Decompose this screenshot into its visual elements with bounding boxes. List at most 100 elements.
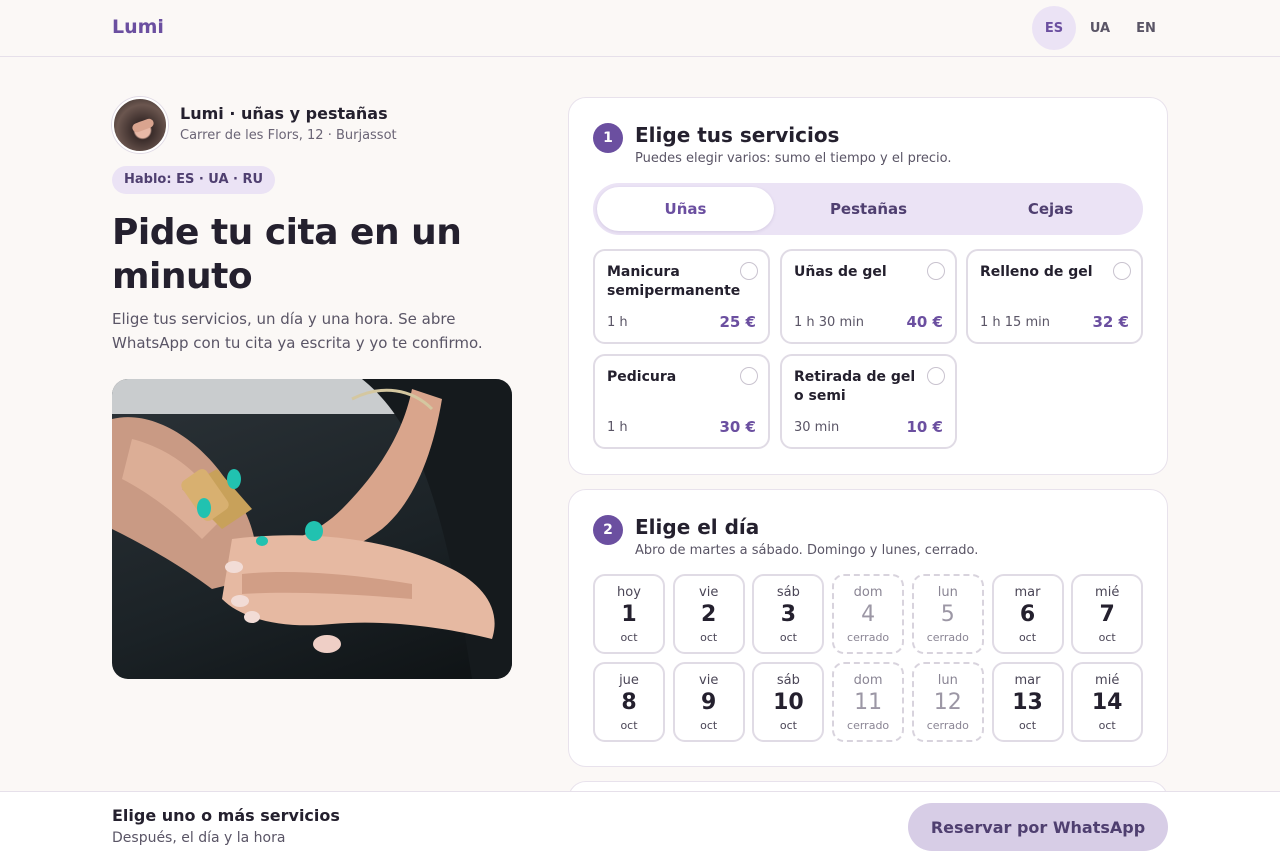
summary-title: Elige uno o más servicios <box>112 806 340 825</box>
day-option[interactable]: mar 6 oct <box>991 574 1064 654</box>
lang-ua-button[interactable]: UA <box>1078 6 1122 50</box>
day-option[interactable]: hoy 1 oct <box>593 574 665 654</box>
service-duration: 1 h <box>607 315 628 330</box>
radio-icon[interactable] <box>927 367 945 385</box>
step-title: Elige el día <box>635 515 760 539</box>
book-whatsapp-button[interactable]: Reservar por WhatsApp <box>908 803 1168 851</box>
service-duration: 1 h 30 min <box>794 315 864 330</box>
step-subtitle: Puedes elegir varios: sumo el tiempo y e… <box>635 151 952 166</box>
service-price: 40 € <box>906 313 943 331</box>
step-number: 1 <box>593 123 623 153</box>
day-weekday: mié <box>1095 585 1120 600</box>
day-weekday: jue <box>619 673 639 688</box>
day-option[interactable]: sáb 3 oct <box>752 574 825 654</box>
day-option-closed: dom 4 cerrado <box>832 574 905 654</box>
day-option-closed: lun 12 cerrado <box>911 662 984 742</box>
service-category-tabs: Uñas Pestañas Cejas <box>593 183 1143 235</box>
business-address: Carrer de les Flors, 12 · Burjassot <box>180 128 397 143</box>
day-month: oct <box>1018 719 1037 732</box>
day-month: oct <box>1098 719 1116 732</box>
day-month: oct <box>620 719 638 732</box>
service-option[interactable]: Relleno de gel 1 h 15 min 32 € <box>966 249 1143 344</box>
tab-unas[interactable]: Uñas <box>597 187 774 231</box>
radio-icon[interactable] <box>1113 262 1131 280</box>
day-number: 11 <box>854 690 883 715</box>
day-number: 10 <box>773 690 804 715</box>
service-name: Retirada de gel o semi <box>794 369 916 404</box>
radio-icon[interactable] <box>927 262 945 280</box>
step-title: Elige tus servicios <box>635 123 840 147</box>
services-card: 1 Elige tus servicios Puedes elegir vari… <box>568 97 1168 475</box>
day-number: 9 <box>701 690 717 715</box>
service-price: 30 € <box>719 418 756 436</box>
day-month: oct <box>779 631 797 644</box>
day-month: cerrado <box>926 719 969 732</box>
languages-badge: Hablo: ES · UA · RU <box>112 166 276 194</box>
service-duration: 30 min <box>794 420 840 435</box>
day-option[interactable]: sáb 10 oct <box>752 662 825 742</box>
day-number: 6 <box>1019 602 1036 627</box>
service-option[interactable]: Uñas de gel 1 h 30 min 40 € <box>780 249 957 344</box>
bottom-bar: Elige uno o más servicios Después, el dí… <box>0 791 1280 860</box>
day-month: oct <box>779 719 797 732</box>
day-number: 5 <box>940 602 955 627</box>
day-number: 4 <box>861 602 876 627</box>
day-option[interactable]: vie 9 oct <box>672 662 745 742</box>
radio-icon[interactable] <box>740 262 758 280</box>
day-weekday: sáb <box>776 673 800 688</box>
service-price: 10 € <box>906 418 943 436</box>
day-weekday: mar <box>1014 585 1041 600</box>
service-name: Pedicura <box>607 369 677 385</box>
logo[interactable]: Lumi <box>112 16 164 38</box>
radio-icon[interactable] <box>740 367 758 385</box>
day-number: 12 <box>933 690 962 715</box>
page-title: Pide tu cita en un minuto <box>112 212 462 297</box>
day-card: 2 Elige el día Abro de martes a sábado. … <box>568 489 1168 767</box>
service-price: 32 € <box>1092 313 1129 331</box>
day-month: oct <box>700 631 718 644</box>
service-duration: 1 h 15 min <box>980 315 1050 330</box>
day-number: 1 <box>621 602 637 627</box>
day-weekday: sáb <box>776 585 800 600</box>
day-number: 2 <box>701 602 717 627</box>
service-option[interactable]: Retirada de gel o semi 30 min 10 € <box>780 354 957 449</box>
lang-es-button[interactable]: ES <box>1032 6 1076 50</box>
day-option-closed: lun 5 cerrado <box>911 574 984 654</box>
day-weekday: lun <box>937 673 958 688</box>
day-weekday: mar <box>1014 673 1041 688</box>
tab-pestanas[interactable]: Pestañas <box>780 187 957 231</box>
service-option[interactable]: Pedicura 1 h 30 € <box>593 354 770 449</box>
day-option[interactable]: mié 7 oct <box>1071 574 1144 654</box>
service-name: Manicura semipermanente <box>607 264 741 299</box>
day-month: cerrado <box>926 631 969 644</box>
hero-photo <box>112 379 512 679</box>
day-weekday: dom <box>853 585 883 600</box>
summary-subtitle: Después, el día y la hora <box>112 830 286 846</box>
service-name: Relleno de gel <box>980 264 1093 280</box>
day-month: oct <box>1018 631 1037 644</box>
day-month: cerrado <box>847 719 890 732</box>
day-option[interactable]: mié 14 oct <box>1071 662 1144 742</box>
day-month: oct <box>700 719 718 732</box>
day-weekday: hoy <box>617 585 641 600</box>
page-subtitle: Elige tus servicios, un día y una hora. … <box>112 310 483 352</box>
day-number: 14 <box>1091 690 1123 715</box>
business-name: Lumi · uñas y pestañas <box>180 104 388 123</box>
day-option-closed: dom 11 cerrado <box>832 662 905 742</box>
service-name: Uñas de gel <box>794 264 887 280</box>
day-weekday: vie <box>699 673 719 688</box>
day-month: oct <box>1098 631 1116 644</box>
tab-cejas[interactable]: Cejas <box>962 187 1139 231</box>
step-subtitle: Abro de martes a sábado. Domingo y lunes… <box>635 543 979 558</box>
service-duration: 1 h <box>607 420 628 435</box>
step-number: 2 <box>593 515 623 545</box>
day-number: 13 <box>1012 690 1043 715</box>
lang-en-button[interactable]: EN <box>1124 6 1168 50</box>
day-weekday: mié <box>1095 673 1120 688</box>
day-option[interactable]: vie 2 oct <box>672 574 745 654</box>
day-month: cerrado <box>847 631 890 644</box>
day-option[interactable]: jue 8 oct <box>593 662 665 742</box>
service-option[interactable]: Manicura semipermanente 1 h 25 € <box>593 249 770 344</box>
avatar <box>112 97 168 153</box>
day-option[interactable]: mar 13 oct <box>991 662 1064 742</box>
